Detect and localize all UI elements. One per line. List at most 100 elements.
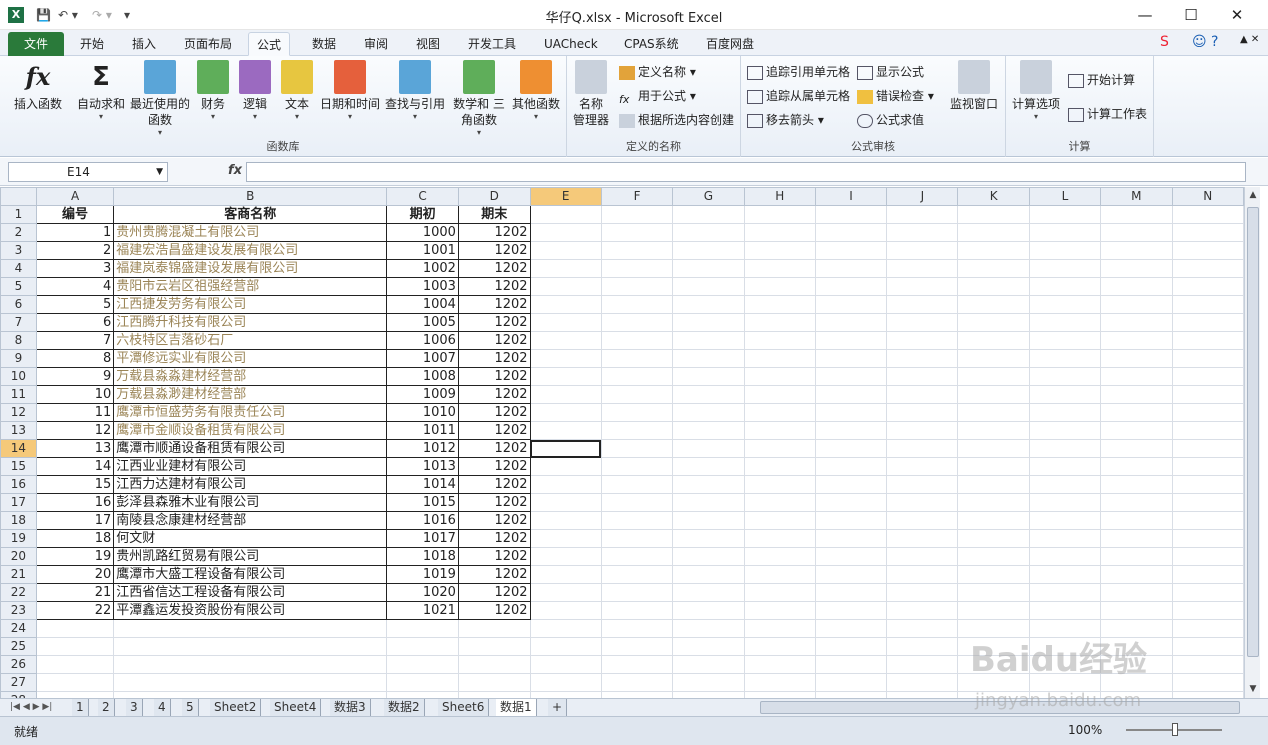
cell[interactable]: 1001 [386,241,459,260]
column-header-d[interactable]: D [457,187,531,206]
cell[interactable] [886,655,959,674]
cell[interactable] [1100,565,1173,584]
cell[interactable] [743,637,816,656]
ribbon-collapse-icon[interactable]: ▲ ✕ [1240,34,1259,45]
cell[interactable]: 1005 [386,313,459,332]
cell[interactable] [886,349,959,368]
cell[interactable] [1100,349,1173,368]
cell[interactable]: 贵阳市云岩区祖强经营部 [113,277,388,296]
cell[interactable] [1100,493,1173,512]
cell[interactable] [1100,529,1173,548]
cell[interactable] [814,439,888,458]
cell[interactable] [1028,331,1102,350]
cell[interactable] [529,403,602,422]
cell[interactable] [886,367,959,386]
cell[interactable]: 1202 [457,439,531,458]
evaluate-formula-button[interactable]: 公式求值 [857,110,924,130]
row-header[interactable]: 18 [0,511,37,530]
cell[interactable]: 1202 [457,529,531,548]
watch-window-button[interactable]: 监视窗口 [947,60,1001,112]
cell[interactable] [600,565,674,584]
cell[interactable] [886,331,959,350]
cell[interactable] [814,493,888,512]
cell[interactable]: 万载县淼淼建材经营部 [113,367,388,386]
chevron-down-icon[interactable]: ▼ [156,163,163,181]
cell[interactable] [957,349,1030,368]
cell[interactable] [457,619,531,638]
cell[interactable] [529,277,602,296]
cell[interactable] [1171,295,1244,314]
cell[interactable] [1100,295,1173,314]
cell[interactable] [1028,385,1102,404]
cell[interactable] [600,475,674,494]
row-header[interactable]: 20 [0,547,37,566]
cell[interactable]: 1003 [386,277,459,296]
cell[interactable] [957,583,1030,602]
cell[interactable]: 9 [35,367,115,386]
cell[interactable] [743,511,816,530]
cell[interactable] [743,223,816,242]
error-checking-button[interactable]: 错误检查 ▾ [857,86,934,106]
formula-input[interactable] [246,162,1246,182]
row-header[interactable]: 23 [0,601,37,620]
cell[interactable] [529,259,602,278]
cell[interactable]: 贵州贵腾混凝土有限公司 [113,223,388,242]
cell[interactable] [600,493,674,512]
cell[interactable] [1171,313,1244,332]
cell[interactable]: 1017 [386,529,459,548]
calculation-options-button[interactable]: 计算选项 ▾ [1010,60,1062,122]
sheet-nav-icons[interactable]: |◀ ◀ ▶ ▶| [10,699,52,716]
cell[interactable] [1171,601,1244,620]
tab-developer[interactable]: 开发工具 [460,32,524,56]
column-header-k[interactable]: K [957,187,1030,206]
cell[interactable] [529,619,602,638]
cell[interactable]: 1012 [386,439,459,458]
cell[interactable] [1171,331,1244,350]
cell[interactable] [743,493,816,512]
row-header[interactable]: 5 [0,277,37,296]
cell[interactable] [886,511,959,530]
cell[interactable]: 1014 [386,475,459,494]
cell[interactable] [1171,349,1244,368]
cell[interactable] [529,385,602,404]
cell[interactable] [957,421,1030,440]
tab-cpas[interactable]: CPAS系统 [616,32,687,56]
cell[interactable] [529,331,602,350]
cell[interactable] [1100,547,1173,566]
cell[interactable] [113,655,388,674]
cell[interactable] [600,457,674,476]
cell[interactable] [1171,583,1244,602]
active-cell[interactable] [529,439,602,458]
cell[interactable]: 福建宏浩昌盛建设发展有限公司 [113,241,388,260]
cell[interactable] [957,565,1030,584]
cell[interactable]: 1011 [386,421,459,440]
cell[interactable] [1028,223,1102,242]
cell[interactable] [886,547,959,566]
sheet-tab[interactable]: 4 [154,699,171,716]
cell[interactable] [1100,439,1173,458]
cell[interactable] [600,583,674,602]
cell[interactable] [672,223,745,242]
cell[interactable]: 21 [35,583,115,602]
cell[interactable] [743,403,816,422]
close-button[interactable]: ✕ [1214,0,1260,30]
cell[interactable] [1100,277,1173,296]
cell[interactable] [35,619,115,638]
cell[interactable] [529,601,602,620]
cell[interactable] [1028,601,1102,620]
cell[interactable] [743,547,816,566]
lookup-reference-button[interactable]: 查找与引用 ▾ [384,60,446,122]
cell[interactable] [1171,277,1244,296]
sogou-icon[interactable]: S [1160,34,1169,50]
cell[interactable] [957,601,1030,620]
cell[interactable] [743,421,816,440]
cell[interactable] [1100,241,1173,260]
cell[interactable] [1100,313,1173,332]
cell[interactable]: 6 [35,313,115,332]
financial-button[interactable]: 财务 ▾ [196,60,230,122]
column-header-f[interactable]: F [600,187,674,206]
cell[interactable]: 江西省信达工程设备有限公司 [113,583,388,602]
cell[interactable] [529,547,602,566]
cell[interactable] [672,313,745,332]
cell[interactable] [529,421,602,440]
